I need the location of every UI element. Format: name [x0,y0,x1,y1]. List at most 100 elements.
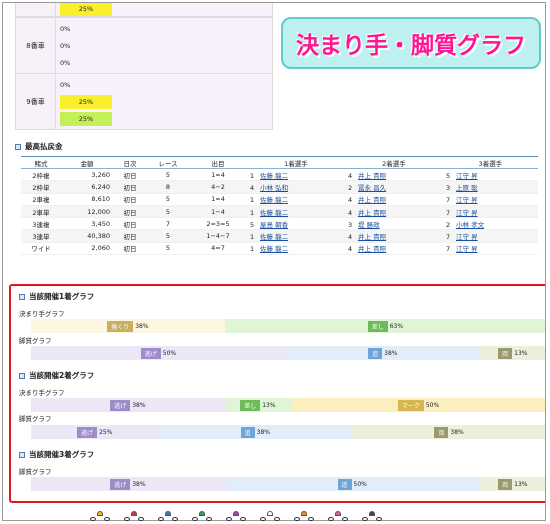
rider-link[interactable]: 小林 弘和 [260,184,288,192]
col-header: 出目 [189,156,247,169]
second-place-cell: 3 堤 勝政 [345,217,443,231]
segment-tag: 捲くり [107,320,134,332]
segment-tag: 差し [367,320,388,332]
first-place-cell: 1 佐藤 龍二 [247,229,345,243]
rider-link[interactable]: 佐藤 龍二 [260,172,288,180]
graph3-kyakushitsu-label: 脚質グラフ [19,468,52,476]
rider-link[interactable]: 佐藤 龍二 [260,233,288,241]
day: 初日 [113,242,147,256]
rider-link[interactable]: 井上 貴照 [358,245,386,253]
rider-link[interactable]: 江守 昇 [456,172,478,180]
car-number: 2 [446,220,451,229]
pct-text: 0% [60,24,71,33]
race-number: 5 [147,242,189,256]
race-number: 8 [147,180,189,194]
car-number: 4 [348,196,353,205]
rider-link[interactable]: 佐藤 龍二 [260,196,288,204]
car-number: 5 [446,171,451,180]
car-number: 5 [250,220,255,229]
bet-type: 2車単 [21,205,61,219]
rider-link[interactable]: 江守 昇 [456,196,478,204]
day: 初日 [113,168,147,182]
graph3-kyakushitsu-bar: 逃げ 38% 追 50% 両 13% [31,477,545,491]
second-place-cell: 4 井上 貴照 [345,205,443,219]
footer-rider-strip [2,510,546,522]
car-number: 4 [348,233,353,242]
segment-percent: 38% [132,480,146,488]
bar-segment: 両 38% [352,425,545,439]
day: 初日 [113,205,147,219]
rider-link[interactable]: 小林 孝文 [456,221,484,229]
result: 1−4−7 [189,229,247,243]
first-place-cell: 1 佐藤 龍二 [247,242,345,256]
segment-tag: 両 [498,347,513,359]
rider-link[interactable]: 井上 貴照 [358,233,386,241]
amount: 3,260 [61,168,113,182]
segment-percent: 38% [135,322,149,330]
col-header: 2着選手 [345,156,443,169]
car-number: 1 [250,233,255,242]
graph2-title: 当該開催2着グラフ [19,370,94,381]
car-number: 7 [446,233,451,242]
col-header: 日次 [113,156,147,169]
bar-segment: 差し 63% [224,319,545,333]
amount: 8,610 [61,193,113,206]
graph1-title-text: 当該開催1着グラフ [29,292,95,301]
car-number: 7 [446,196,451,205]
rider-link[interactable]: 屋島 朝香 [260,221,288,229]
col-header: 賭式 [21,156,61,169]
graph2-kimarite-label: 決まり手グラフ [19,389,65,397]
rider-link[interactable]: 井上 貴照 [358,172,386,180]
square-bullet-icon [19,372,25,379]
rider-link[interactable]: 冨永 昌久 [358,184,386,192]
rider-link[interactable]: 江守 昇 [456,209,478,217]
car-number: 7 [446,245,451,254]
graph1-kimarite-bar: 捲くり 38% 差し 63% [31,319,545,333]
bar-segment: 追 50% [224,477,480,491]
car-number: 4 [348,208,353,217]
result: 4=7 [189,242,247,256]
rider-link[interactable]: 江守 昇 [456,233,478,241]
segment-percent: 38% [132,401,146,409]
bar-segment: 逃げ 25% [31,425,159,439]
cyclist-icon [226,511,246,521]
third-place-cell: 7 江守 昇 [443,193,538,206]
pct-badge: 25% [60,94,112,109]
pct-text: 0% [60,80,71,89]
pct-badge: 25% [60,3,112,16]
rider-link[interactable]: 佐藤 龍二 [260,245,288,253]
cyclist-icon [294,511,314,521]
segment-tag: 追 [240,426,255,438]
square-bullet-icon [19,451,25,458]
payout-table: 賭式 金額 日次 レース 出目 1着選手 2着選手 3着選手 2枠複 3,260 初… [21,156,538,256]
table-row: ワイド 2,060 初日 5 4=7 1 佐藤 龍二 4 井上 貴照 7 江守 昇 [21,242,538,256]
rider-link[interactable]: 佐藤 龍二 [260,209,288,217]
rider-link[interactable]: 堤 勝政 [358,221,380,229]
rider-link[interactable]: 井上 貴照 [358,196,386,204]
amount: 2,060 [61,242,113,256]
amount: 3,450 [61,217,113,231]
segment-tag: 差し [240,399,261,411]
first-place-cell: 1 佐藤 龍二 [247,193,345,206]
result: 1−4 [189,205,247,219]
rider-link[interactable]: 上原 聡 [456,184,478,192]
rider-link[interactable]: 井上 貴照 [358,209,386,217]
car-number: 1 [250,208,255,217]
rider-link[interactable]: 江守 昇 [456,245,478,253]
day: 初日 [113,217,147,231]
race-number: 7 [147,217,189,231]
graph2-kyakushitsu-bar: 逃げ 25% 追 38% 両 38% [31,425,545,439]
segment-percent: 50% [353,480,367,488]
second-place-cell: 4 井上 貴照 [345,193,443,206]
lane-block-9: 9番車 0% 25% 25% [15,73,273,130]
segment-percent: 13% [514,349,528,357]
col-header: レース [147,156,189,169]
car-number: 4 [250,183,255,192]
bar-segment: 差し 13% [224,398,292,412]
segment-tag: 逃げ [110,478,131,490]
third-place-cell: 7 江守 昇 [443,205,538,219]
bet-type: 2枠複 [21,168,61,182]
cyclist-icon [124,511,144,521]
segment-percent: 13% [514,480,528,488]
bet-type: 3連複 [21,217,61,231]
